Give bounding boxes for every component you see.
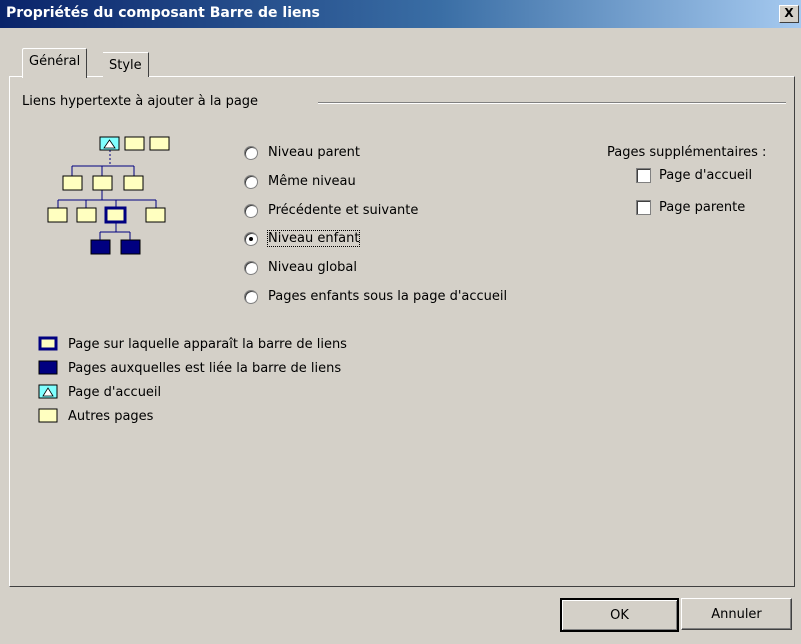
radio-niveau-parent[interactable]: Niveau parent: [244, 145, 360, 160]
legend-item: Page sur laquelle apparaît la barre de l…: [38, 336, 347, 352]
legend-item: Pages auxquelles est liée la barre de li…: [38, 360, 341, 376]
supplementary-pages-title: Pages supplémentaires :: [607, 145, 767, 160]
legend-label: Page sur laquelle apparaît la barre de l…: [68, 336, 347, 352]
legend-item: Autres pages: [38, 408, 153, 424]
checkbox-page-accueil[interactable]: Page d'accueil: [636, 168, 752, 183]
ok-button[interactable]: OK: [560, 598, 679, 632]
title-bar: Propriétés du composant Barre de liens X: [0, 0, 801, 28]
tab-general-label: Général: [29, 54, 81, 69]
checkbox-box[interactable]: [636, 168, 651, 183]
checkbox-label: Page parente: [659, 200, 746, 215]
radio-circle-selected[interactable]: [244, 231, 258, 246]
radio-label: Même niveau: [268, 174, 356, 189]
tab-style[interactable]: Style: [103, 52, 149, 77]
radio-meme-niveau[interactable]: Même niveau: [244, 174, 356, 189]
radio-circle[interactable]: [244, 289, 258, 304]
checkbox-page-parente[interactable]: Page parente: [636, 200, 745, 215]
radio-pages-enfants[interactable]: Pages enfants sous la page d'accueil: [244, 289, 507, 304]
linked-page-icon: [38, 360, 58, 375]
radio-label: Précédente et suivante: [268, 203, 419, 218]
radio-label: Niveau enfant: [266, 230, 361, 247]
radio-label: Niveau parent: [268, 145, 360, 160]
group-divider: [318, 102, 786, 104]
legend-item: Page d'accueil: [38, 384, 161, 400]
radio-circle[interactable]: [244, 260, 258, 275]
window-title: Propriétés du composant Barre de liens: [6, 5, 320, 21]
site-hierarchy-diagram: [47, 136, 170, 255]
cancel-button[interactable]: Annuler: [681, 598, 792, 630]
radio-circle[interactable]: [244, 145, 258, 160]
home-page-icon: [38, 384, 58, 399]
checkbox-box[interactable]: [636, 200, 651, 215]
tab-general[interactable]: Général: [22, 48, 88, 78]
legend-label: Autres pages: [68, 408, 154, 424]
radio-precedente-suivante[interactable]: Précédente et suivante: [244, 203, 418, 218]
radio-label: Niveau global: [268, 260, 358, 275]
radio-circle[interactable]: [244, 203, 258, 218]
other-page-icon: [38, 408, 58, 423]
legend-label: Pages auxquelles est liée la barre de li…: [68, 360, 342, 376]
close-button[interactable]: X: [779, 5, 799, 23]
tab-style-label: Style: [109, 58, 142, 73]
radio-niveau-enfant[interactable]: Niveau enfant: [244, 230, 361, 247]
radio-label: Pages enfants sous la page d'accueil: [268, 289, 508, 304]
legend-label: Page d'accueil: [68, 384, 162, 400]
radio-circle[interactable]: [244, 174, 258, 189]
checkbox-label: Page d'accueil: [659, 168, 753, 183]
radio-niveau-global[interactable]: Niveau global: [244, 260, 357, 275]
current-page-icon: [38, 336, 58, 351]
group-label: Liens hypertexte à ajouter à la page: [22, 94, 263, 109]
